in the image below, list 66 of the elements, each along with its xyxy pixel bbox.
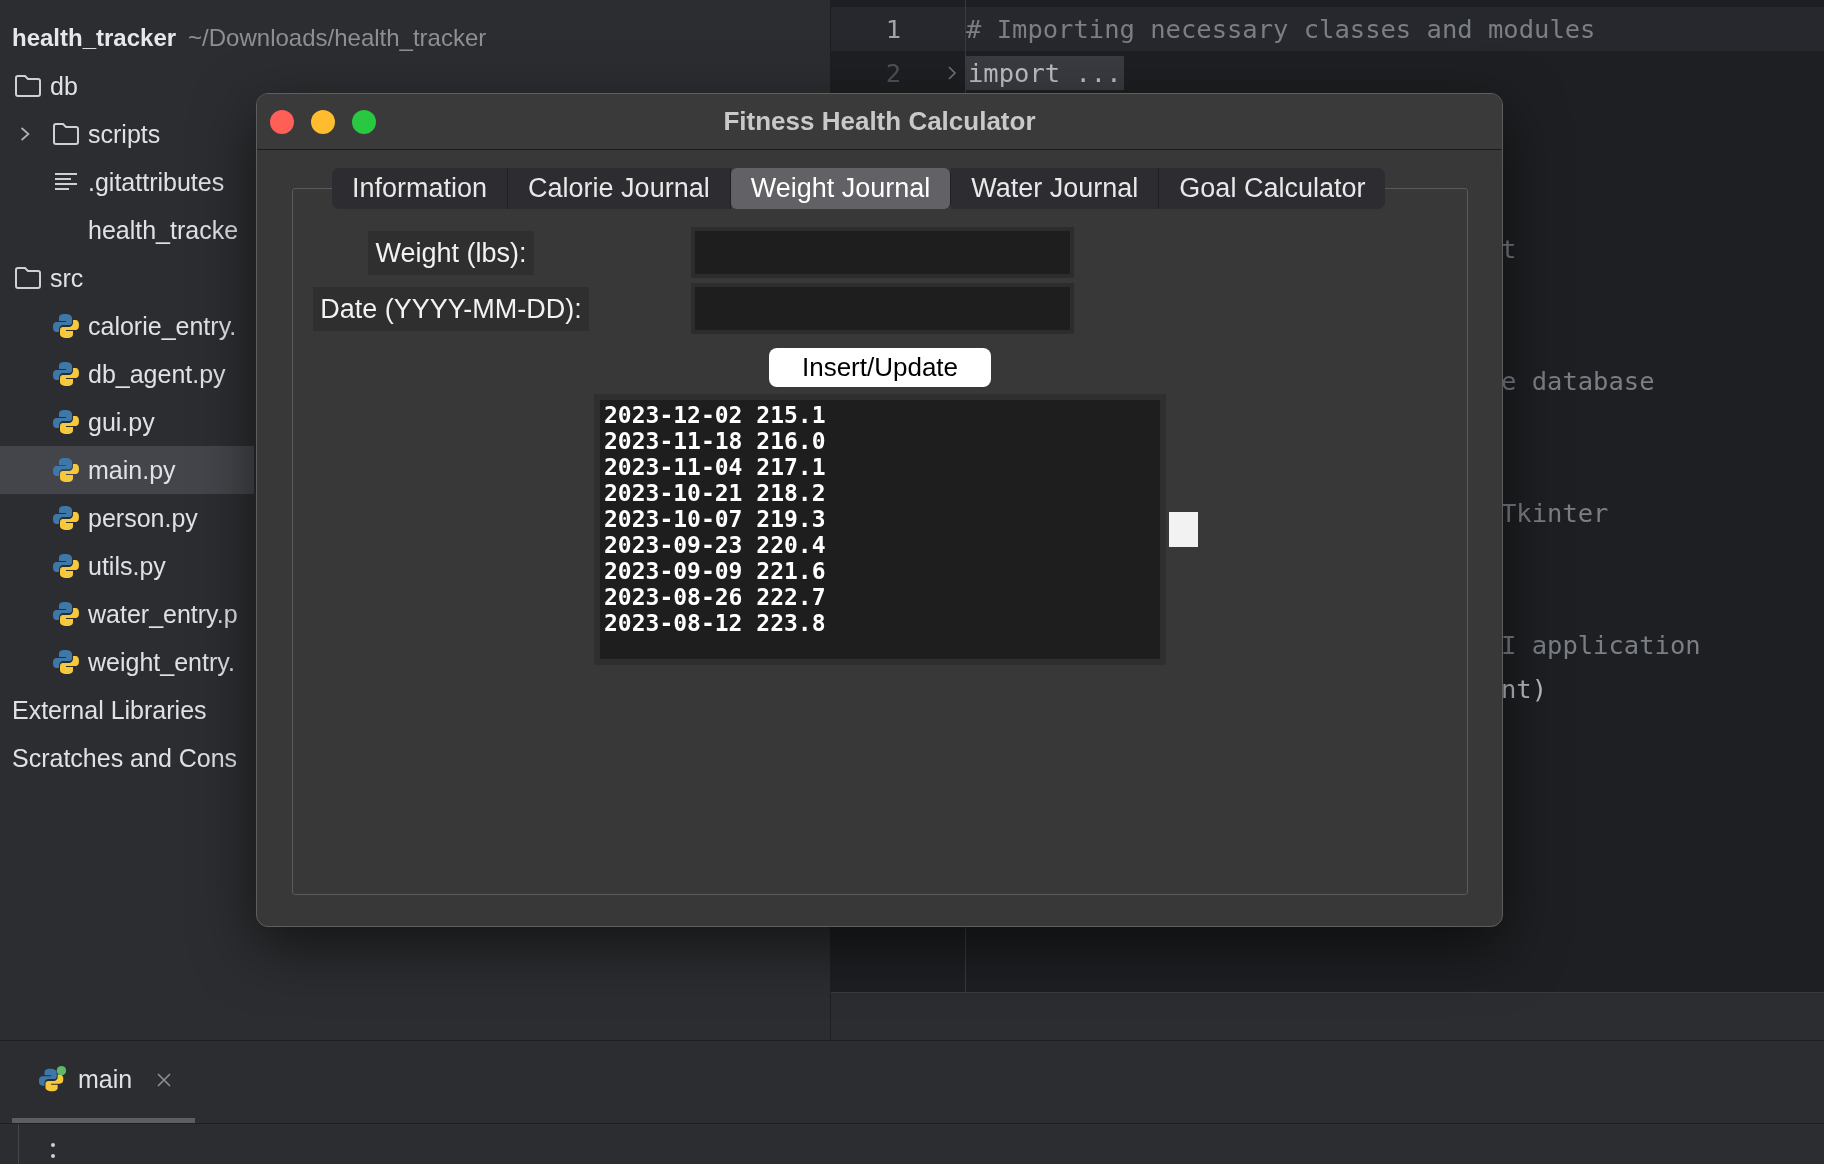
tree-item[interactable]: weight_entry.	[88, 647, 235, 677]
tab[interactable]: Information	[332, 168, 509, 209]
input-field[interactable]	[691, 227, 1074, 278]
code-text: t	[1501, 234, 1517, 264]
code-text: import ...	[966, 56, 1124, 90]
tree-item[interactable]: db_agent.py	[88, 359, 226, 389]
python-file-icon	[52, 552, 80, 580]
tab[interactable]: Calorie Journal	[508, 168, 731, 209]
list-item[interactable]: 2023-10-21 218.2	[604, 480, 826, 506]
input-field[interactable]	[691, 283, 1074, 334]
python-file-icon	[52, 648, 80, 676]
tree-item[interactable]: db	[50, 71, 78, 101]
tree-item[interactable]: External Libraries	[12, 695, 207, 725]
scroll-handle[interactable]	[1169, 512, 1198, 547]
maximize-button[interactable]	[352, 110, 376, 134]
list-item[interactable]: 2023-11-04 217.1	[604, 454, 826, 480]
code-text: e database	[1501, 366, 1655, 396]
tab[interactable]: Goal Calculator	[1159, 168, 1386, 209]
more-icon[interactable]	[49, 1142, 57, 1160]
folder-icon	[52, 122, 80, 146]
list-item[interactable]: 2023-08-12 223.8	[604, 610, 826, 636]
tree-item[interactable]: src	[50, 263, 84, 293]
minimize-button[interactable]	[311, 110, 335, 134]
list-item[interactable]: 2023-11-18 216.0	[604, 428, 826, 454]
list-item[interactable]: 2023-09-09 221.6	[604, 558, 826, 584]
insert-update-button[interactable]: Insert/Update	[769, 348, 991, 387]
window-title: Fitness Health Calculator	[723, 106, 1036, 137]
project-path: ~/Downloads/health_tracker	[188, 24, 487, 52]
list-item[interactable]: 2023-09-23 220.4	[604, 532, 826, 558]
python-file-icon	[52, 600, 80, 628]
fold-chevron-icon[interactable]	[946, 64, 958, 82]
project-name[interactable]: health_tracker	[12, 24, 177, 52]
tree-item[interactable]: health_tracke	[88, 215, 239, 245]
close-button[interactable]	[270, 110, 294, 134]
python-file-icon	[52, 504, 80, 532]
run-tab[interactable]: main	[12, 1041, 195, 1123]
close-icon[interactable]	[156, 1071, 173, 1088]
code-text: # Importing necessary classes and modules	[966, 14, 1596, 44]
tree-item[interactable]: gui.py	[88, 407, 155, 437]
tab[interactable]: Water Journal	[951, 168, 1160, 209]
code-text: Tkinter	[1501, 498, 1609, 528]
tree-item[interactable]: utils.py	[88, 551, 166, 581]
python-file-icon	[52, 456, 80, 484]
python-file-icon	[52, 312, 80, 340]
tree-item[interactable]: calorie_entry.	[88, 311, 237, 341]
entries-list[interactable]: 2023-12-02 215.1 2023-11-18 216.0 2023-11-04 217.1 2023-10-21 218.2 2023-10-07 219.3 2023-09-23 220.4 2023-09-09 221.6 2023-08-26 222.7 2023-08-12 223.8	[594, 394, 1166, 665]
folder-icon	[14, 266, 42, 290]
chevron-right-icon[interactable]	[19, 125, 31, 143]
python-file-icon	[52, 408, 80, 436]
code-text: nt)	[1501, 674, 1548, 704]
list-item[interactable]: 2023-12-02 215.1	[604, 402, 826, 428]
tree-item[interactable]: person.py	[88, 503, 198, 533]
field-label: Weight (lbs):	[368, 230, 534, 275]
tree-item[interactable]: Scratches and Cons	[12, 743, 238, 773]
list-item[interactable]: 2023-08-26 222.7	[604, 584, 826, 610]
tab[interactable]: Weight Journal	[730, 168, 952, 209]
code-text: I application	[1501, 630, 1701, 660]
tree-item[interactable]: .gitattributes	[88, 167, 225, 197]
python-file-icon	[52, 360, 80, 388]
list-item[interactable]: 2023-10-07 219.3	[604, 506, 826, 532]
line-number: 1	[884, 14, 901, 44]
tree-item[interactable]: scripts	[88, 119, 161, 149]
field-label: Date (YYYY-MM-DD):	[313, 286, 589, 331]
selected-tree-row[interactable]: main.py	[0, 446, 254, 494]
tree-item[interactable]: water_entry.p	[88, 599, 238, 629]
folder-icon	[14, 74, 42, 98]
